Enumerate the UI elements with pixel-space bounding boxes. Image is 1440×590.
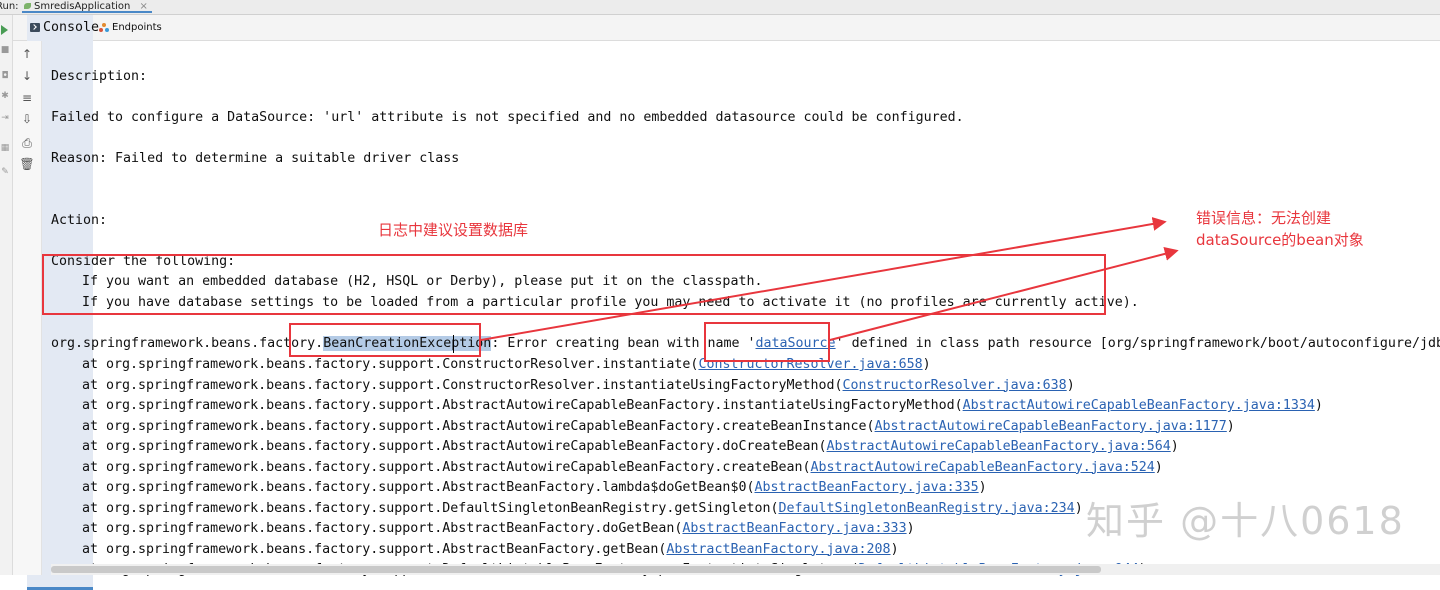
trash-icon[interactable]: 🗑 [19, 156, 35, 172]
open-paren: ( [866, 418, 875, 434]
stack-frame: at org.springframework.beans.factory.sup… [82, 417, 1235, 437]
stack-frame: at org.springframework.beans.factory.sup… [82, 499, 1083, 519]
description-text: Failed to configure a DataSource: 'url' … [51, 110, 964, 125]
stack-frame-method: at org.springframework.beans.factory.sup… [82, 480, 747, 495]
close-paren: ) [1066, 377, 1075, 393]
stack-frame-method: at org.springframework.beans.factory.sup… [82, 521, 675, 536]
open-paren: ( [818, 439, 827, 454]
close-paren: ) [978, 480, 987, 495]
rerun-icon[interactable] [1, 25, 8, 35]
exception-suffix: ' defined in class path resource [org/sp… [835, 336, 1440, 351]
spring-leaf-icon [24, 3, 31, 9]
stack-frame: at org.springframework.beans.factory.sup… [82, 458, 1163, 478]
stack-frame: at org.springframework.beans.factory.sup… [82, 519, 915, 539]
annotation-box-exception [289, 323, 481, 357]
stack-frame-method: at org.springframework.beans.factory.sup… [82, 541, 659, 557]
stack-frame-method: at org.springframework.beans.factory.sup… [82, 418, 867, 434]
close-paren: ) [890, 541, 899, 557]
stack-frame-link[interactable]: AbstractBeanFactory.java:335 [754, 480, 978, 495]
exception-prefix: org.springframework.beans.factory. [51, 336, 324, 351]
stack-frame-method: at org.springframework.beans.factory.sup… [82, 439, 819, 454]
close-paren: ) [922, 357, 931, 372]
run-tool-strip: ■ ◘ ✱ ⇥ ▦ ✎ [0, 15, 13, 575]
close-paren: ) [1314, 398, 1323, 413]
annotation-box-consider [42, 254, 1106, 315]
stop-icon[interactable]: ■ [0, 45, 10, 55]
stack-frame-link[interactable]: AbstractBeanFactory.java:208 [666, 542, 890, 557]
stack-frame-method: at org.springframework.beans.factory.sup… [82, 357, 691, 372]
stack-frame: at org.springframework.beans.factory.sup… [82, 540, 899, 560]
scrollbar-thumb[interactable] [51, 566, 1101, 573]
soft-wrap-icon[interactable]: ≡ [19, 90, 35, 106]
stack-frame: at org.springframework.beans.factory.sup… [82, 376, 1075, 396]
stack-frame-link[interactable]: DefaultSingletonBeanRegistry.java:234 [778, 501, 1074, 516]
stack-frame-method: at org.springframework.beans.factory.sup… [82, 459, 803, 475]
open-paren: ( [954, 398, 963, 413]
stack-frame-link[interactable]: AbstractAutowireCapableBeanFactory.java:… [875, 419, 1227, 434]
console-gutter: ↑ ↓ ≡ ⇩ ⎙ 🗑 [13, 41, 42, 575]
close-paren: ) [1074, 500, 1083, 516]
open-paren: ( [834, 377, 843, 393]
print-icon[interactable]: ⎙ [19, 135, 35, 151]
scroll-to-end-icon[interactable]: ⇩ [19, 111, 35, 127]
description-label: Description: [51, 69, 148, 84]
camera-icon[interactable]: ◘ [0, 71, 10, 81]
annotation-error-info: 错误信息：无法创建 dataSource的bean对象 [1196, 207, 1364, 251]
annotation-error-line1: 错误信息：无法创建 [1196, 209, 1332, 227]
layout-icon[interactable]: ▦ [0, 143, 10, 153]
settings-icon[interactable]: ✱ [0, 91, 10, 101]
stack-frame-link[interactable]: AbstractAutowireCapableBeanFactory.java:… [963, 398, 1315, 413]
reason-text: Reason: Failed to determine a suitable d… [51, 151, 460, 166]
open-paren: ( [802, 459, 811, 475]
stack-frame-method: at org.springframework.beans.factory.sup… [82, 500, 771, 516]
stack-frame: at org.springframework.beans.factory.sup… [82, 478, 987, 498]
stack-frame-link[interactable]: AbstractAutowireCapableBeanFactory.java:… [811, 460, 1155, 475]
down-arrow-icon[interactable]: ↓ [19, 68, 35, 84]
pin-icon[interactable]: ✎ [0, 167, 10, 177]
stack-frame-link[interactable]: ConstructorResolver.java:638 [843, 378, 1067, 393]
stack-frame: at org.springframework.beans.factory.sup… [82, 437, 1179, 457]
annotation-error-line2: dataSource的bean对象 [1196, 231, 1364, 249]
run-label: Run: [0, 1, 19, 12]
up-arrow-icon[interactable]: ↑ [19, 46, 35, 62]
close-paren: ) [1226, 418, 1235, 434]
exit-icon[interactable]: ⇥ [0, 113, 10, 123]
stack-frame-method: at org.springframework.beans.factory.sup… [82, 377, 835, 393]
annotation-box-datasource [704, 322, 830, 362]
console-icon [30, 23, 40, 32]
stack-frame-method: at org.springframework.beans.factory.sup… [82, 398, 955, 413]
stack-frame: at org.springframework.beans.factory.sup… [82, 396, 1323, 416]
horizontal-scrollbar[interactable] [51, 564, 1440, 575]
stack-frame-link[interactable]: AbstractBeanFactory.java:333 [682, 521, 906, 536]
action-label: Action: [51, 213, 108, 228]
close-paren: ) [1170, 439, 1179, 454]
annotation-log-suggestion: 日志中建议设置数据库 [378, 221, 529, 239]
stack-frame-link[interactable]: AbstractAutowireCapableBeanFactory.java:… [827, 439, 1171, 454]
close-paren: ) [1154, 459, 1163, 475]
close-paren: ) [906, 521, 915, 536]
watermark: 知乎 @十八0618 [1086, 499, 1405, 543]
